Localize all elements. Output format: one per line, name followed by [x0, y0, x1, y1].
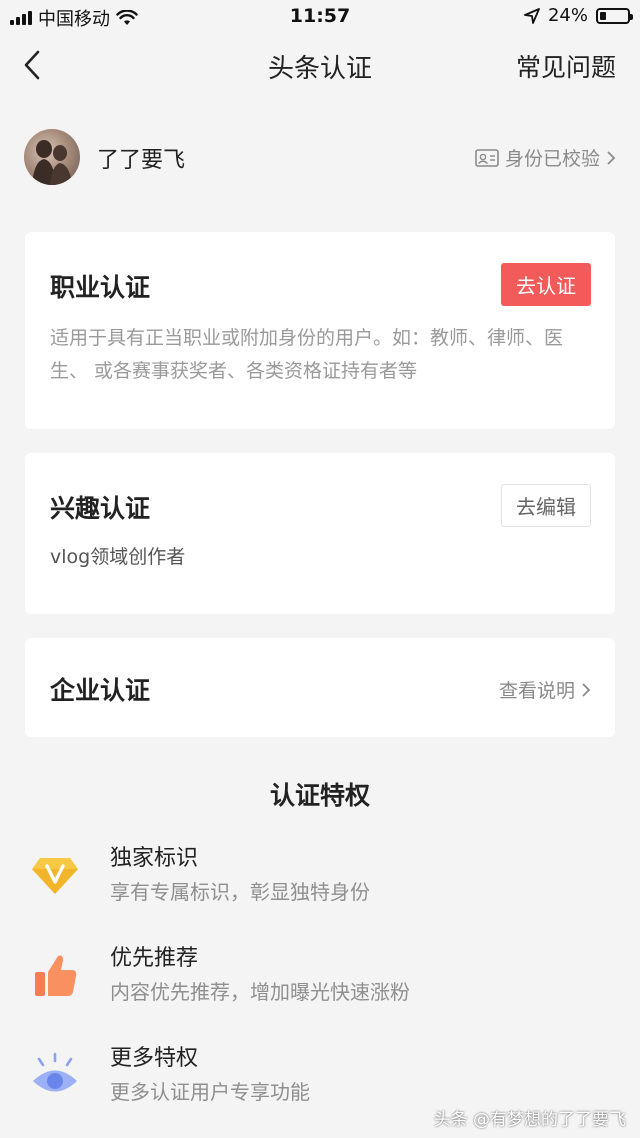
privilege-description: 享有专属标识，彰显独特身份 [110, 880, 370, 904]
status-bar: 中国移动 11:57 24% [0, 0, 640, 34]
eye-icon [30, 1052, 80, 1098]
battery-percent: 24% [547, 5, 588, 26]
identity-verified-link[interactable]: 身份已校验 [475, 144, 616, 171]
diamond-v-icon [30, 852, 80, 898]
verified-label: 身份已校验 [504, 148, 600, 170]
privilege-description: 更多认证用户专享功能 [110, 1080, 310, 1104]
profession-title: 职业认证 [50, 273, 151, 302]
interest-verification-card: 兴趣认证 去编辑 vlog领域创作者 [25, 453, 615, 614]
go-verify-button[interactable]: 去认证 [501, 263, 591, 306]
privilege-title: 优先推荐 [110, 946, 199, 971]
status-right: 24% [524, 5, 633, 26]
id-card-icon [475, 148, 499, 167]
chevron-right-icon [607, 150, 616, 165]
watermark: 头条 @有梦想的了了要飞 [433, 1110, 626, 1130]
privilege-description: 内容优先推荐，增加曝光快速涨粉 [110, 980, 410, 1004]
go-edit-button[interactable]: 去编辑 [501, 484, 591, 527]
interest-title: 兴趣认证 [50, 494, 151, 523]
profile-row: 了了要飞 身份已校验 [24, 128, 616, 186]
privileges-title: 认证特权 [269, 781, 370, 810]
avatar[interactable] [24, 129, 80, 185]
location-arrow-icon [524, 7, 540, 24]
nav-bar: 头条认证 常见问题 [0, 34, 640, 96]
privilege-item: 独家标识 享有专属标识，彰显独特身份 [30, 840, 610, 910]
privilege-title: 更多特权 [110, 1046, 199, 1071]
privilege-item: 优先推荐 内容优先推荐，增加曝光快速涨粉 [30, 940, 610, 1010]
thumbs-up-icon [30, 952, 80, 998]
enterprise-title: 企业认证 [50, 676, 151, 705]
interest-description: vlog领域创作者 [50, 546, 186, 568]
battery-icon [596, 7, 633, 24]
privilege-item: 更多特权 更多认证用户专享功能 [30, 1040, 610, 1110]
battery-fill [600, 11, 606, 20]
profession-description: 适用于具有正当职业或附加身份的用户。如：教师、律师、医生、 或各赛事获奖者、各类… [50, 327, 564, 382]
privilege-title: 独家标识 [110, 846, 199, 871]
profession-verification-card: 职业认证 去认证 适用于具有正当职业或附加身份的用户。如：教师、律师、医生、 或… [25, 232, 615, 429]
username: 了了要飞 [97, 148, 186, 173]
view-instructions-link[interactable]: 查看说明 [499, 676, 591, 703]
view-instructions-label: 查看说明 [498, 680, 575, 702]
chevron-right-icon [582, 682, 591, 697]
faq-button[interactable]: 常见问题 [516, 48, 616, 84]
enterprise-verification-card[interactable]: 企业认证 查看说明 [25, 638, 615, 737]
